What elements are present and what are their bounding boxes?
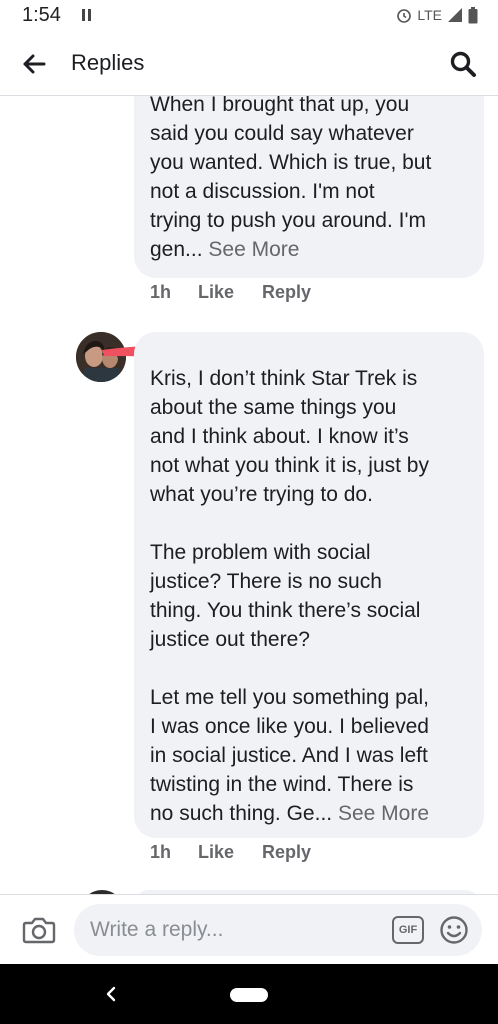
status-time: 1:54 — [22, 4, 61, 26]
system-nav-bar — [0, 964, 498, 1024]
comment-paragraph: Kris, I don’t think Star Trek is about t… — [150, 367, 429, 506]
comment-line: trying to push you around. I'm — [150, 209, 426, 232]
gif-button[interactable]: GIF — [392, 916, 424, 944]
network-type: LTE — [417, 7, 442, 23]
comment-line: When I brought that up, you — [150, 96, 410, 116]
home-pill-button[interactable] — [230, 988, 268, 1002]
back-button[interactable] — [16, 48, 52, 80]
search-button[interactable] — [446, 47, 480, 81]
alarm-icon — [397, 9, 412, 23]
camera-button[interactable] — [20, 912, 58, 948]
comment-line: I was once like you. I believed — [150, 715, 429, 738]
comment-timestamp: 1h — [150, 842, 172, 862]
camera-icon — [22, 917, 56, 944]
chevron-left-icon — [106, 986, 116, 1002]
comment-line: said you could say whatever — [150, 122, 414, 145]
comment-actions: 1h Like Reply — [150, 842, 311, 863]
comment-line: not a discussion. I'm not — [150, 180, 375, 203]
system-back-button[interactable] — [100, 980, 122, 1008]
comment-actions: 1h Like Reply — [150, 282, 311, 303]
arrow-left-icon — [23, 54, 46, 74]
status-bar: 1:54 LTE — [0, 0, 498, 30]
search-icon — [450, 51, 476, 77]
status-indicators: LTE — [396, 5, 478, 25]
see-more-link[interactable]: See More — [208, 238, 299, 261]
comment-bubble[interactable]: Kris, I don’t think Star Trek is about t… — [134, 332, 484, 838]
page-title: Replies — [71, 50, 145, 75]
emoji-button[interactable] — [439, 915, 469, 945]
comment-line: twisting in the wind. There is — [150, 773, 414, 796]
like-button[interactable]: Like — [198, 282, 262, 303]
comment-line: Let me tell you something pal, — [150, 686, 429, 709]
signal-icon — [448, 8, 462, 22]
smiley-icon — [440, 916, 468, 944]
reply-button[interactable]: Reply — [262, 842, 311, 863]
comment-paragraph: The problem with social justice? There i… — [150, 541, 421, 651]
comment-truncated-text: gen... — [150, 238, 203, 261]
comment-last-line: gen... See More — [150, 235, 470, 264]
see-more-link[interactable]: See More — [338, 802, 429, 825]
reply-button[interactable]: Reply — [262, 282, 311, 303]
comment-line: in social justice. And I was left — [150, 744, 428, 767]
media-pause-icon — [82, 9, 92, 21]
comment-bubble[interactable]: When I brought that up, you said you cou… — [134, 96, 484, 278]
reply-composer: GIF — [0, 894, 498, 964]
comment-timestamp: 1h — [150, 282, 172, 302]
comment-line: you wanted. Which is true, but — [150, 151, 432, 174]
app-bar: Replies — [0, 30, 498, 96]
comment-last-line: no such thing. Ge... See More — [150, 799, 470, 828]
replies-feed[interactable]: When I brought that up, you said you cou… — [0, 96, 498, 894]
comment-truncated-text: no such thing. Ge... — [150, 802, 333, 825]
battery-icon — [468, 6, 478, 23]
like-button[interactable]: Like — [198, 842, 262, 863]
